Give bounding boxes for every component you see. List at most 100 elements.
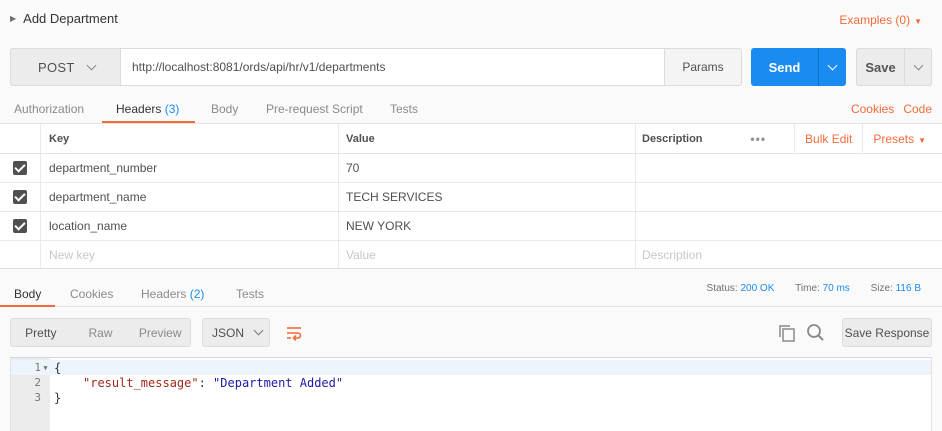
row-checkbox[interactable] bbox=[13, 190, 27, 204]
code-text: "result_message": "Department Added" bbox=[54, 376, 343, 390]
json-string: "Department Added" bbox=[213, 375, 344, 390]
more-options-icon[interactable]: ••• bbox=[750, 132, 766, 146]
request-header: ▶ Add Department Examples (0) ▼ bbox=[0, 0, 942, 40]
row-checkbox-cell bbox=[0, 241, 40, 269]
method-label: POST bbox=[38, 59, 75, 75]
send-label: Send bbox=[768, 59, 801, 75]
new-description-input[interactable]: Description bbox=[635, 241, 942, 269]
tab-prerequest-script[interactable]: Pre-request Script bbox=[266, 102, 363, 116]
chevron-down-icon bbox=[86, 60, 97, 70]
tab-tests[interactable]: Tests bbox=[390, 102, 418, 116]
send-options-button[interactable] bbox=[818, 48, 846, 86]
table-header: Key Value Description ••• Bulk Edit Pres… bbox=[0, 124, 942, 154]
tab-body[interactable]: Body bbox=[211, 102, 238, 116]
table-tools: ••• Bulk Edit Presets ▼ bbox=[750, 124, 926, 154]
format-toggle: Pretty Raw Preview bbox=[10, 318, 191, 347]
code-text: } bbox=[54, 390, 62, 405]
wrap-lines-icon[interactable] bbox=[280, 318, 308, 347]
tab-headers-label: Headers bbox=[116, 102, 162, 116]
column-value: Value bbox=[338, 124, 635, 153]
status-value[interactable]: 200 OK bbox=[740, 283, 774, 294]
chevron-down-icon bbox=[253, 325, 264, 336]
description-cell[interactable] bbox=[635, 183, 942, 211]
json-colon: : bbox=[198, 375, 214, 390]
presets-dropdown[interactable]: Presets ▼ bbox=[873, 132, 926, 146]
key-cell[interactable]: department_name bbox=[40, 183, 338, 211]
code-link[interactable]: Code bbox=[903, 102, 932, 116]
new-row: New key Value Description bbox=[0, 241, 942, 270]
column-key: Key bbox=[40, 124, 338, 153]
copy-icon[interactable] bbox=[778, 324, 796, 345]
bulk-edit-link[interactable]: Bulk Edit bbox=[805, 132, 852, 146]
active-tab-indicator bbox=[102, 121, 195, 123]
new-key-input[interactable]: New key bbox=[40, 241, 338, 269]
size-value[interactable]: 116 B bbox=[896, 283, 921, 294]
request-tabs: Authorization Headers (3) Body Pre-reque… bbox=[0, 96, 942, 124]
row-checkbox[interactable] bbox=[13, 161, 27, 175]
save-options-button[interactable] bbox=[904, 49, 931, 85]
pretty-button[interactable]: Pretty bbox=[11, 319, 71, 346]
status-label: Status: bbox=[706, 283, 738, 294]
line-number: 2 bbox=[34, 376, 41, 389]
value-cell[interactable]: NEW YORK bbox=[338, 212, 635, 240]
presets-label: Presets bbox=[873, 132, 915, 146]
language-select[interactable]: JSON bbox=[202, 318, 270, 347]
fold-arrow-icon[interactable]: ▼ bbox=[41, 364, 50, 372]
cookies-link[interactable]: Cookies bbox=[851, 102, 894, 116]
table-row: location_name NEW YORK bbox=[0, 212, 942, 241]
chevron-down-icon bbox=[827, 60, 838, 70]
response-panel: Body Cookies Headers (2) Tests Status: 2… bbox=[0, 268, 942, 431]
headers-table: Key Value Description ••• Bulk Edit Pres… bbox=[0, 124, 942, 270]
url-input[interactable]: http://localhost:8081/ords/api/hr/v1/dep… bbox=[120, 48, 665, 86]
table-row: department_name TECH SERVICES bbox=[0, 183, 942, 212]
json-key: "result_message" bbox=[83, 375, 199, 390]
examples-dropdown[interactable]: Examples (0) ▼ bbox=[839, 13, 922, 27]
save-label: Save bbox=[865, 59, 896, 75]
tab-headers-count: (3) bbox=[164, 102, 180, 116]
time-value[interactable]: 70 ms bbox=[823, 283, 850, 294]
description-cell[interactable] bbox=[635, 154, 942, 182]
save-button[interactable]: Save bbox=[856, 48, 932, 86]
request-name[interactable]: ▶ Add Department bbox=[10, 11, 118, 26]
response-tab-headers-count: (2) bbox=[189, 287, 205, 301]
response-body-editor[interactable]: 1 ▼ { 2 "result_message": "Department Ad… bbox=[10, 357, 932, 431]
chevron-down-icon bbox=[913, 60, 923, 70]
response-tab-body[interactable]: Body bbox=[14, 287, 41, 301]
save-response-button[interactable]: Save Response bbox=[842, 318, 932, 347]
time-label: Time: bbox=[795, 283, 820, 294]
response-tab-tests[interactable]: Tests bbox=[236, 287, 264, 301]
code-line: 1 ▼ { bbox=[11, 360, 931, 375]
request-links: Cookies Code bbox=[842, 102, 932, 116]
caret-right-icon[interactable]: ▶ bbox=[10, 14, 16, 23]
row-checkbox-cell bbox=[0, 212, 40, 240]
response-tabs: Body Cookies Headers (2) Tests Status: 2… bbox=[0, 269, 942, 307]
code-text: { bbox=[54, 360, 62, 375]
preview-button[interactable]: Preview bbox=[130, 319, 190, 346]
key-cell[interactable]: department_number bbox=[40, 154, 338, 182]
url-text: http://localhost:8081/ords/api/hr/v1/dep… bbox=[132, 60, 386, 74]
tab-headers[interactable]: Headers (3) bbox=[116, 102, 179, 116]
divider bbox=[794, 124, 796, 154]
send-button[interactable]: Send bbox=[751, 48, 846, 86]
table-row: department_number 70 bbox=[0, 154, 942, 183]
row-checkbox-cell bbox=[0, 154, 40, 182]
value-cell[interactable]: 70 bbox=[338, 154, 635, 182]
row-checkbox[interactable] bbox=[13, 219, 27, 233]
response-tab-headers-label: Headers bbox=[141, 287, 187, 301]
search-icon[interactable] bbox=[806, 323, 825, 345]
description-cell[interactable] bbox=[635, 212, 942, 240]
response-tab-headers[interactable]: Headers (2) bbox=[141, 287, 204, 301]
request-name-label: Add Department bbox=[23, 11, 118, 26]
key-cell[interactable]: location_name bbox=[40, 212, 338, 240]
raw-button[interactable]: Raw bbox=[71, 319, 131, 346]
method-select[interactable]: POST bbox=[10, 48, 121, 86]
value-cell[interactable]: TECH SERVICES bbox=[338, 183, 635, 211]
examples-label: Examples (0) bbox=[839, 13, 911, 27]
response-tab-cookies[interactable]: Cookies bbox=[70, 287, 113, 301]
size-label: Size: bbox=[870, 283, 893, 294]
params-button[interactable]: Params bbox=[664, 48, 742, 86]
response-toolbar: Pretty Raw Preview JSON Save Response bbox=[10, 318, 932, 347]
line-number: 1 bbox=[34, 361, 41, 374]
new-value-input[interactable]: Value bbox=[338, 241, 635, 269]
tab-authorization[interactable]: Authorization bbox=[14, 102, 84, 116]
